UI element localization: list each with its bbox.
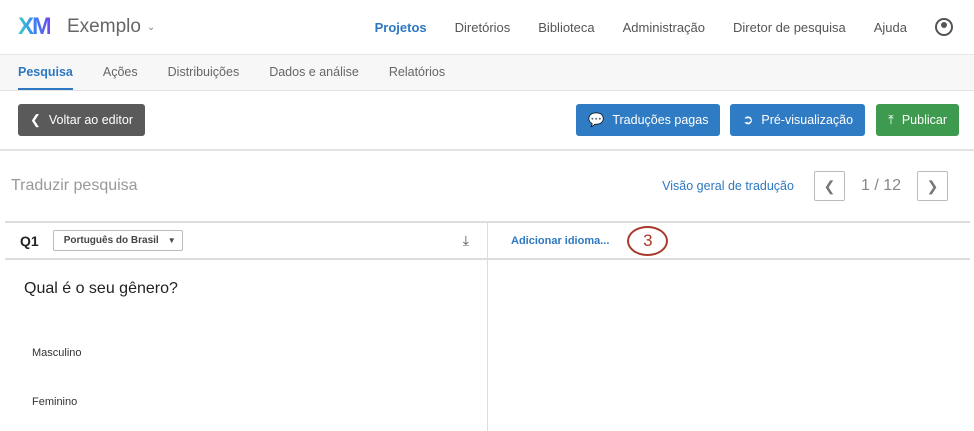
- choice-item: Feminino: [32, 396, 78, 408]
- page-title: Traduzir pesquisa: [11, 177, 138, 194]
- language-value: Português do Brasil: [63, 235, 159, 246]
- source-column: Q1 Português do Brasil ▼ ⤓ Qual é o seu g…: [5, 223, 488, 431]
- chevron-left-icon: ❮: [823, 177, 836, 194]
- preview-button[interactable]: ➲ Pré-visualização: [730, 104, 866, 136]
- next-page-button[interactable]: ❯: [917, 171, 948, 201]
- back-to-editor-button[interactable]: ❮ Voltar ao editor: [18, 104, 145, 136]
- download-icon[interactable]: ⤓: [463, 232, 469, 249]
- chevron-right-icon: ❯: [926, 177, 939, 194]
- nav-biblioteca[interactable]: Biblioteca: [538, 20, 594, 35]
- publish-button[interactable]: ⤒ Publicar: [876, 104, 959, 136]
- tab-acoes[interactable]: Ações: [103, 55, 138, 90]
- add-language-link[interactable]: Adicionar idioma...: [511, 235, 609, 247]
- paid-label: Traduções pagas: [612, 113, 709, 127]
- annotation-marker: 3: [627, 225, 669, 256]
- chevron-down-icon[interactable]: ⌄: [147, 22, 155, 33]
- publish-label: Publicar: [901, 113, 947, 127]
- tab-dados-analise[interactable]: Dados e análise: [269, 55, 359, 90]
- xm-logo[interactable]: XM: [18, 13, 52, 41]
- tab-pesquisa[interactable]: Pesquisa: [18, 55, 73, 90]
- preview-label: Pré-visualização: [761, 113, 854, 127]
- caret-down-icon: ▼: [167, 236, 176, 245]
- previous-page-button[interactable]: ❮: [813, 171, 845, 201]
- user-account-icon[interactable]: [935, 18, 953, 36]
- publish-icon: ⤒: [888, 112, 894, 127]
- question-id: Q1: [20, 232, 39, 249]
- nav-ajuda[interactable]: Ajuda: [874, 20, 907, 35]
- nav-diretor-pesquisa[interactable]: Diretor de pesquisa: [733, 20, 846, 35]
- choice-item: Masculino: [32, 347, 82, 359]
- paid-translations-button[interactable]: 💬 Traduções pagas: [576, 104, 721, 136]
- tab-distribuicoes[interactable]: Distribuições: [168, 55, 240, 90]
- translation-grid: Q1 Português do Brasil ▼ ⤓ Qual é o seu g…: [5, 221, 970, 431]
- main-nav: Projetos Diretórios Biblioteca Administr…: [375, 20, 935, 35]
- translation-overview-link[interactable]: Visão geral de tradução: [662, 179, 794, 193]
- target-column: Adicionar idioma... 3: [488, 223, 970, 431]
- page-indicator: 1 / 12: [860, 177, 901, 194]
- toolbar: ❮ Voltar ao editor 💬 Traduções pagas ➲ Pré-…: [0, 91, 974, 151]
- back-label: Voltar ao editor: [48, 113, 133, 127]
- nav-diretorios[interactable]: Diretórios: [455, 20, 511, 35]
- language-select[interactable]: Português do Brasil ▼: [52, 230, 183, 251]
- nav-projetos[interactable]: Projetos: [375, 20, 427, 35]
- preview-icon: ➲: [742, 112, 754, 127]
- chat-bubbles-icon: 💬: [588, 112, 605, 127]
- top-bar: XM Exemplo ⌄ Projetos Diretórios Bibliot…: [0, 0, 974, 55]
- nav-administracao[interactable]: Administração: [623, 20, 705, 35]
- project-name[interactable]: Exemplo: [67, 16, 141, 38]
- chevron-left-icon: ❮: [30, 112, 41, 127]
- question-text: Qual é o seu gênero?: [24, 280, 178, 297]
- project-tabs: Pesquisa Ações Distribuições Dados e aná…: [0, 55, 974, 91]
- tab-relatorios[interactable]: Relatórios: [389, 55, 445, 90]
- translate-header: Traduzir pesquisa Visão geral de traduçã…: [0, 151, 974, 221]
